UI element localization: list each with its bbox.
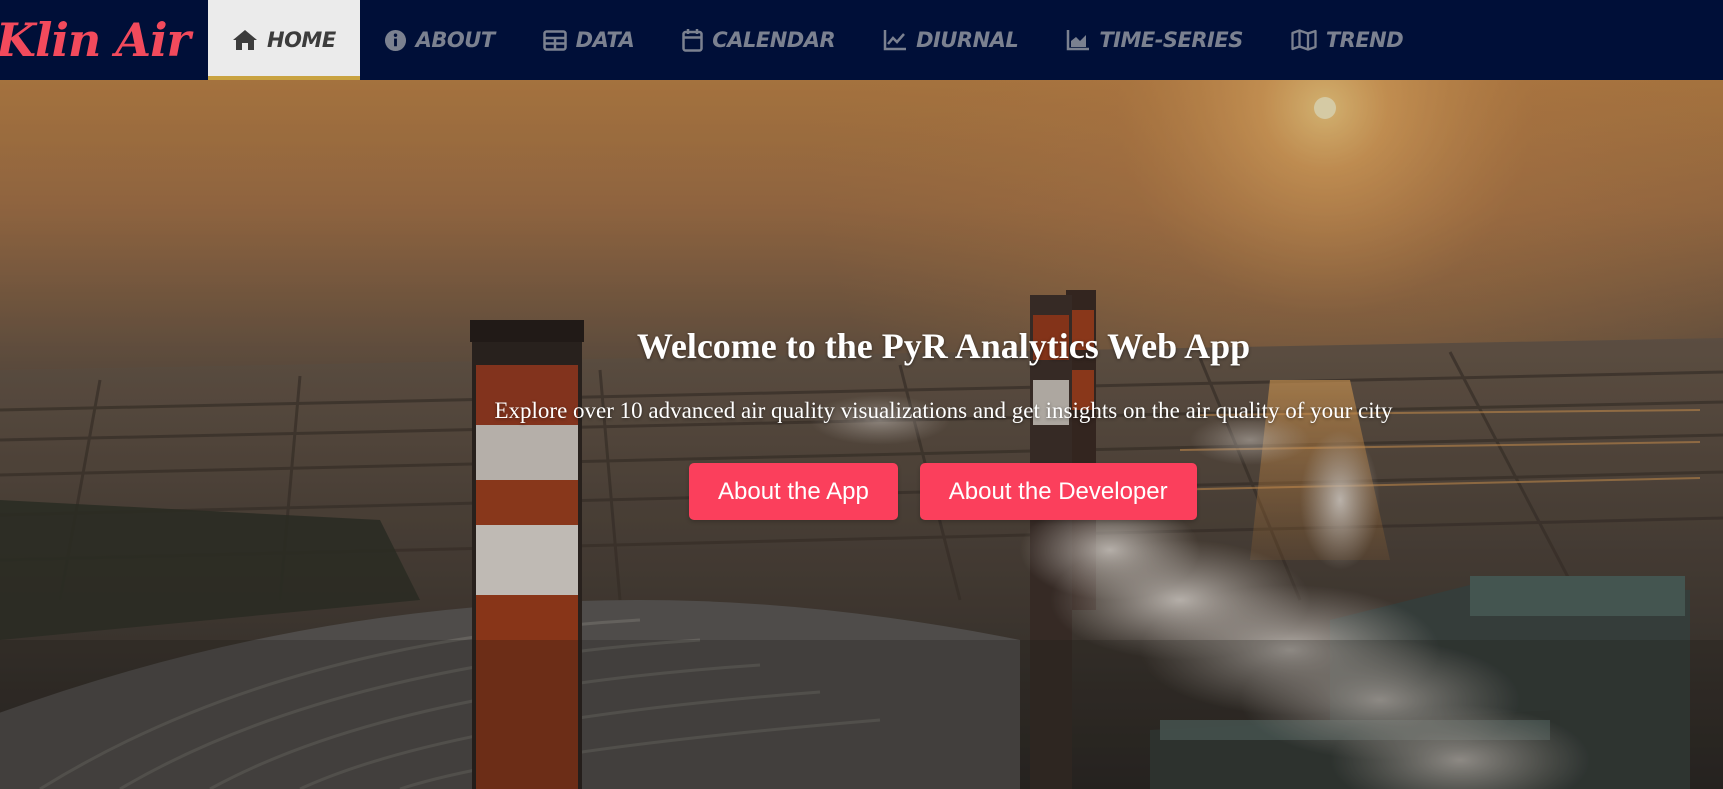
nav-label-diurnal: DIURNAL	[916, 28, 1019, 52]
home-icon	[232, 29, 258, 51]
nav-item-diurnal[interactable]: DIURNAL	[859, 0, 1042, 80]
nav-item-home[interactable]: HOME	[208, 0, 360, 80]
nav-label-time-series: TIME-SERIES	[1099, 28, 1243, 52]
hero-subtitle: Explore over 10 advanced air quality vis…	[494, 398, 1393, 423]
nav-label-data: DATA	[575, 28, 635, 52]
map-icon	[1291, 29, 1317, 51]
nav-item-trend[interactable]: TREND	[1267, 0, 1427, 80]
hero-button-row: About the App About the Developer	[689, 463, 1197, 520]
page: Klin Air HOME ABOUT DATA CALENDAR DIURNA…	[0, 0, 1723, 789]
nav-label-home: HOME	[267, 28, 336, 52]
nav-item-about[interactable]: ABOUT	[360, 0, 519, 80]
hero-section: Welcome to the PyR Analytics Web App Exp…	[0, 80, 1723, 789]
nav-label-calendar: CALENDAR	[712, 28, 836, 52]
nav-item-calendar[interactable]: CALENDAR	[658, 0, 859, 80]
nav-label-trend: TREND	[1325, 28, 1404, 52]
hero-title: Welcome to the PyR Analytics Web App	[636, 326, 1251, 366]
about-developer-button[interactable]: About the Developer	[919, 463, 1197, 520]
about-app-button[interactable]: About the App	[689, 463, 898, 520]
table-icon	[542, 29, 567, 51]
nav-item-data[interactable]: DATA	[519, 0, 659, 80]
area-chart-icon	[1066, 29, 1090, 51]
nav-label-about: ABOUT	[415, 28, 496, 52]
brand-logo[interactable]: Klin Air	[0, 0, 208, 80]
navbar: Klin Air HOME ABOUT DATA CALENDAR DIURNA…	[0, 0, 1723, 80]
line-chart-icon	[883, 29, 907, 51]
info-circle-icon	[384, 29, 407, 52]
calendar-icon	[682, 28, 704, 52]
nav-item-time-series[interactable]: TIME-SERIES	[1042, 0, 1267, 80]
hero-overlay	[0, 80, 1723, 789]
